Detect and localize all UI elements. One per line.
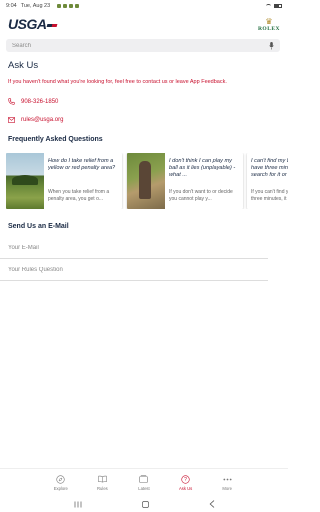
question-field-row [0,259,268,281]
back-icon[interactable] [209,500,215,508]
nav-latest-label: Latest [138,485,150,491]
intro-end: . [225,79,227,85]
page-title: Ask Us [8,60,39,71]
phone-contact[interactable]: 908-326-1850 [8,98,58,105]
status-time: 9:04 [6,2,17,9]
news-icon [139,475,149,484]
faq-carousel[interactable]: How do I take relief from a yellow or re… [6,153,288,209]
logo-text: USGA [8,16,47,32]
svg-text:?: ? [184,477,187,483]
faq-title: Frequently Asked Questions [8,136,103,143]
nav-rules-label: Rules [97,485,108,491]
microphone-icon[interactable] [269,41,274,50]
nav-rules[interactable]: Rules [84,469,120,496]
nav-ask-us[interactable]: ? Ask Us [168,469,204,496]
question-icon: ? [181,474,190,484]
mail-icon [8,116,15,123]
home-icon[interactable] [141,500,149,508]
faq-card-question: How do I take relief from a yellow or re… [48,158,116,171]
app-feedback-link[interactable]: App Feedback [190,79,225,85]
search-input[interactable] [12,42,269,49]
compass-icon [56,474,65,484]
email-field-row [0,237,268,259]
app-header: USGA ♛ ROLEX [0,12,288,36]
wifi-icon [266,3,271,8]
nav-more[interactable]: More [209,469,245,496]
faq-card-answer: When you take relief from a penalty area… [48,189,110,202]
search-bar[interactable] [6,39,280,52]
intro-text: If you haven't found what you're looking… [8,79,278,85]
faq-card-image [6,153,44,209]
faq-card[interactable]: I can't find my ball - do I have three m… [247,153,288,209]
phone-icon [8,98,15,105]
email-address: rules@usga.org [21,116,64,123]
more-dots-icon [223,475,232,484]
notification-icons [57,3,80,8]
nav-latest[interactable]: Latest [126,469,162,496]
phone-number: 908-326-1850 [21,98,59,105]
recent-apps-icon[interactable] [74,501,82,508]
faq-card-image [127,153,165,209]
faq-card-question: I don't think I can play my ball as it l… [169,158,236,178]
usga-logo[interactable]: USGA [8,16,58,32]
nav-ask-us-label: Ask Us [178,485,193,491]
book-icon [98,475,107,484]
sponsor-word: ROLEX [257,26,280,32]
status-date: Tue, Aug 23 [20,2,51,9]
battery-icon [274,3,282,8]
rules-question-field[interactable] [8,266,268,273]
system-nav-bar [0,496,288,512]
intro-body: If you haven't found what you're looking… [8,79,190,85]
rolex-logo: ♛ ROLEX [257,17,280,33]
email-field[interactable] [8,244,268,251]
faq-card-answer: If you can't find your ball within three… [251,189,288,202]
faq-card[interactable]: How do I take relief from a yellow or re… [6,153,122,209]
nav-explore[interactable]: Explore [43,469,79,496]
faq-card[interactable]: I don't think I can play my ball as it l… [127,153,243,209]
nav-more-label: More [222,485,232,491]
bottom-nav: Explore Rules Latest ? Ask Us More [0,468,288,496]
faq-card-question: I can't find my ball - do I have three m… [251,158,288,178]
status-bar: 9:04 Tue, Aug 23 [0,0,288,11]
email-contact[interactable]: rules@usga.org [8,116,63,123]
crown-icon: ♛ [265,17,273,26]
nav-explore-label: Explore [53,485,68,491]
email-section-title: Send Us an E-Mail [8,223,69,230]
faq-card-answer: If you don't want to or decide you canno… [169,189,233,202]
flag-icon [47,23,58,27]
